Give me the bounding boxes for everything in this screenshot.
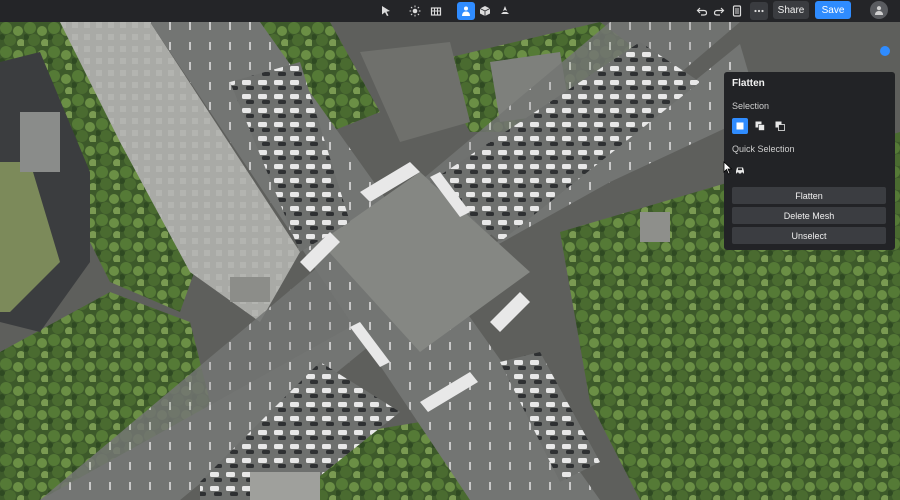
person-icon[interactable] xyxy=(457,2,475,20)
add-select-icon[interactable] xyxy=(752,118,768,134)
delete-mesh-button[interactable]: Delete Mesh xyxy=(732,207,886,224)
undo-icon[interactable] xyxy=(693,2,711,20)
sun-icon[interactable] xyxy=(406,2,424,20)
mouse-cursor-icon xyxy=(723,161,733,175)
avatar[interactable] xyxy=(870,1,888,19)
car-select-icon[interactable] xyxy=(732,162,748,178)
flatten-button[interactable]: Flatten xyxy=(732,187,886,204)
layer-indicator-icon[interactable] xyxy=(880,46,890,56)
document-icon[interactable] xyxy=(728,2,746,20)
share-button[interactable]: Share xyxy=(773,1,809,19)
panel-title: Flatten xyxy=(732,78,765,89)
cube-icon[interactable] xyxy=(476,2,494,20)
quick-selection-label: Quick Selection xyxy=(732,144,795,154)
save-button[interactable]: Save xyxy=(815,1,851,19)
selection-label: Selection xyxy=(732,101,770,111)
top-toolbar: Share Save xyxy=(0,0,900,22)
pointer-icon[interactable] xyxy=(377,2,395,20)
compass-icon[interactable] xyxy=(496,2,514,20)
redo-icon[interactable] xyxy=(710,2,728,20)
unselect-button[interactable]: Unselect xyxy=(732,227,886,244)
scene-icon[interactable] xyxy=(427,2,445,20)
more-options-icon[interactable] xyxy=(750,2,768,20)
subtract-select-icon[interactable] xyxy=(772,118,788,134)
flatten-panel: Flatten Selection Quick Selection Flatte… xyxy=(724,72,895,250)
rectangle-select-icon[interactable] xyxy=(732,118,748,134)
